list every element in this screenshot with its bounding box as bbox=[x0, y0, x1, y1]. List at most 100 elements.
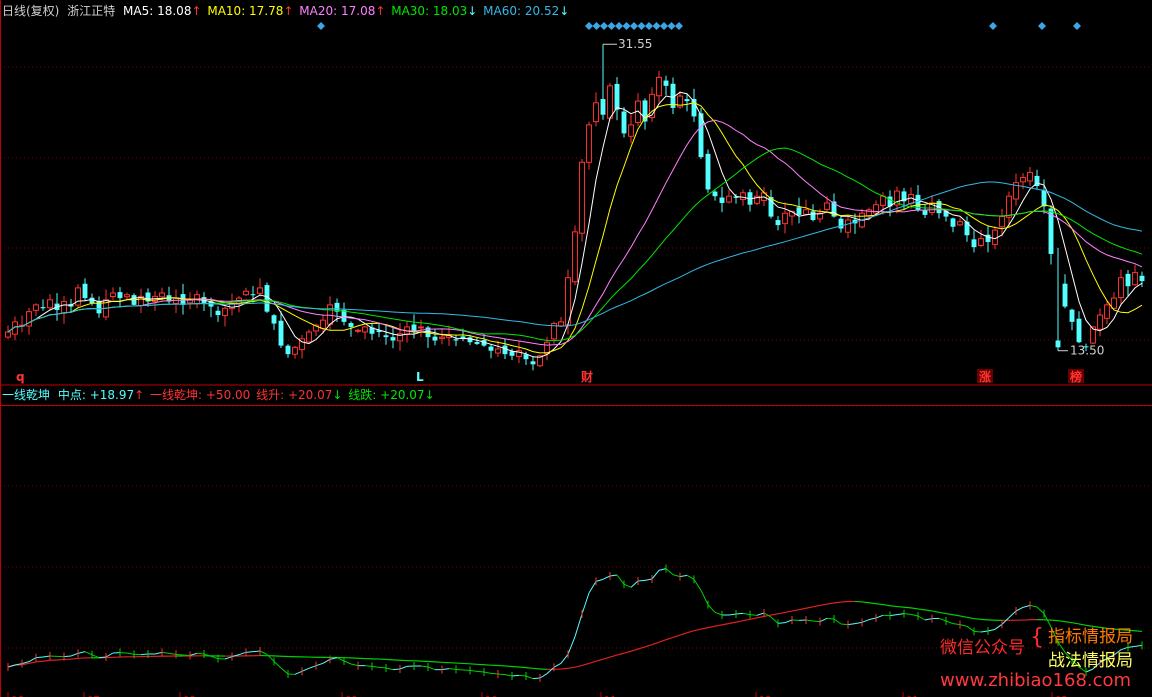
fast-line-segment bbox=[672, 574, 681, 578]
signal-diamond-icon bbox=[675, 22, 683, 30]
candle-up bbox=[1104, 304, 1110, 319]
candle-up bbox=[439, 336, 445, 339]
indicator-mid: 中点: +18.97 bbox=[57, 388, 135, 402]
candle-down bbox=[950, 218, 956, 227]
fast-line-segment bbox=[350, 663, 359, 667]
fast-line-segment bbox=[686, 574, 695, 580]
baseline-segment bbox=[616, 652, 625, 656]
fast-line-segment bbox=[560, 654, 569, 664]
indicator-line: 一线乾坤: +50.00 bbox=[150, 388, 251, 402]
fast-line-segment bbox=[861, 619, 870, 623]
fast-line-segment bbox=[168, 652, 177, 655]
fast-line-segment bbox=[546, 666, 555, 675]
ma60-value: MA60: 20.52 bbox=[483, 4, 560, 18]
fast-line-segment bbox=[756, 612, 765, 616]
baseline-segment bbox=[595, 658, 604, 662]
signal-diamond-icon bbox=[630, 22, 638, 30]
fast-line-segment bbox=[910, 613, 919, 617]
candle-up bbox=[243, 290, 249, 296]
candle-down bbox=[509, 351, 515, 356]
candle-up bbox=[1006, 195, 1012, 218]
candle-up bbox=[656, 76, 662, 97]
baseline-segment bbox=[609, 654, 618, 658]
fast-line-segment bbox=[777, 622, 786, 624]
candle-up bbox=[1132, 272, 1138, 286]
fast-line-segment bbox=[280, 667, 289, 675]
fast-line-segment bbox=[126, 652, 135, 655]
candle-up bbox=[1111, 297, 1117, 309]
indicator-mid-arrow: ↑ bbox=[134, 388, 145, 402]
baseline-segment bbox=[959, 615, 968, 618]
fast-line-segment bbox=[294, 670, 303, 675]
watermark-wechat: 微信公众号 bbox=[940, 638, 1025, 658]
fast-line-segment bbox=[553, 662, 562, 668]
fast-line-segment bbox=[1015, 606, 1024, 612]
fast-line-segment bbox=[154, 651, 163, 655]
fast-line-segment bbox=[693, 579, 702, 591]
indicator-up-arrow: ↓ bbox=[332, 388, 343, 402]
price-chart[interactable]: 31.55 13.50 q L 财 涨 榜 bbox=[0, 0, 1152, 386]
candle-down bbox=[432, 336, 438, 341]
baseline-segment bbox=[567, 666, 576, 669]
candle-down bbox=[488, 346, 494, 351]
fast-line-segment bbox=[532, 677, 541, 680]
candle-up bbox=[327, 304, 333, 325]
candle-down bbox=[215, 310, 221, 316]
signal-diamond-icon bbox=[989, 22, 997, 30]
fast-line-segment bbox=[679, 574, 688, 578]
fast-line-segment bbox=[385, 667, 394, 671]
baseline-segment bbox=[525, 667, 534, 669]
indicator-legend: 一线乾坤 中点: +18.97↑ 一线乾坤: +50.00 线升: +20.07… bbox=[2, 388, 435, 402]
fast-line-segment bbox=[973, 630, 982, 633]
baseline-segment bbox=[728, 621, 737, 625]
fast-line-segment bbox=[504, 674, 513, 677]
marker-bang: 榜 bbox=[1070, 369, 1082, 384]
indicator-down-arrow: ↓ bbox=[424, 388, 435, 402]
candle-down bbox=[684, 99, 690, 102]
fast-line-segment bbox=[273, 660, 282, 669]
candle-down bbox=[271, 315, 277, 324]
fast-line-segment bbox=[238, 651, 247, 656]
candle-up bbox=[999, 216, 1005, 228]
candle-up bbox=[33, 304, 39, 311]
baseline-segment bbox=[938, 611, 947, 615]
fast-line-segment bbox=[784, 619, 793, 624]
baseline-segment bbox=[749, 617, 758, 620]
signal-diamond-icon bbox=[637, 22, 646, 30]
fast-line-segment bbox=[343, 660, 352, 665]
baseline-segment bbox=[665, 636, 674, 641]
baseline-segment bbox=[854, 600, 863, 603]
candle-down bbox=[285, 345, 291, 355]
fast-line-segment bbox=[581, 592, 590, 615]
baseline-segment bbox=[588, 660, 597, 664]
ma10-arrow: ↑ bbox=[283, 4, 294, 18]
baseline-segment bbox=[973, 617, 982, 620]
fast-line-segment bbox=[441, 668, 450, 671]
candle-down bbox=[467, 337, 473, 343]
baseline-segment bbox=[1050, 619, 1059, 622]
fast-line-segment bbox=[833, 618, 842, 625]
baseline-segment bbox=[840, 600, 849, 603]
fast-line-segment bbox=[483, 671, 492, 674]
fast-line-segment bbox=[224, 656, 233, 660]
baseline-segment bbox=[532, 667, 541, 670]
baseline-segment bbox=[805, 606, 814, 609]
price-panel[interactable]: 31.55 13.50 q L 财 涨 榜 日线(复权) 浙江正特 MA5: 18.08↑ … bbox=[0, 0, 1152, 386]
fast-line-segment bbox=[938, 617, 947, 622]
candle-up bbox=[880, 195, 886, 206]
candle-up bbox=[782, 212, 788, 225]
fast-line-segment bbox=[539, 673, 548, 679]
fast-line-segment bbox=[644, 578, 653, 581]
fast-line-segment bbox=[840, 623, 849, 626]
candle-up bbox=[222, 307, 228, 317]
fast-line-segment bbox=[378, 666, 387, 669]
candle-up bbox=[124, 294, 130, 298]
fast-line-segment bbox=[847, 623, 856, 626]
fast-line-segment bbox=[819, 617, 828, 623]
ma20-arrow: ↑ bbox=[375, 4, 386, 18]
fast-line-segment bbox=[1036, 606, 1045, 615]
ma20-value: MA20: 17.08 bbox=[299, 4, 376, 18]
candle-up bbox=[47, 299, 53, 309]
fast-line-segment bbox=[70, 652, 79, 657]
candle-up bbox=[1097, 314, 1103, 330]
